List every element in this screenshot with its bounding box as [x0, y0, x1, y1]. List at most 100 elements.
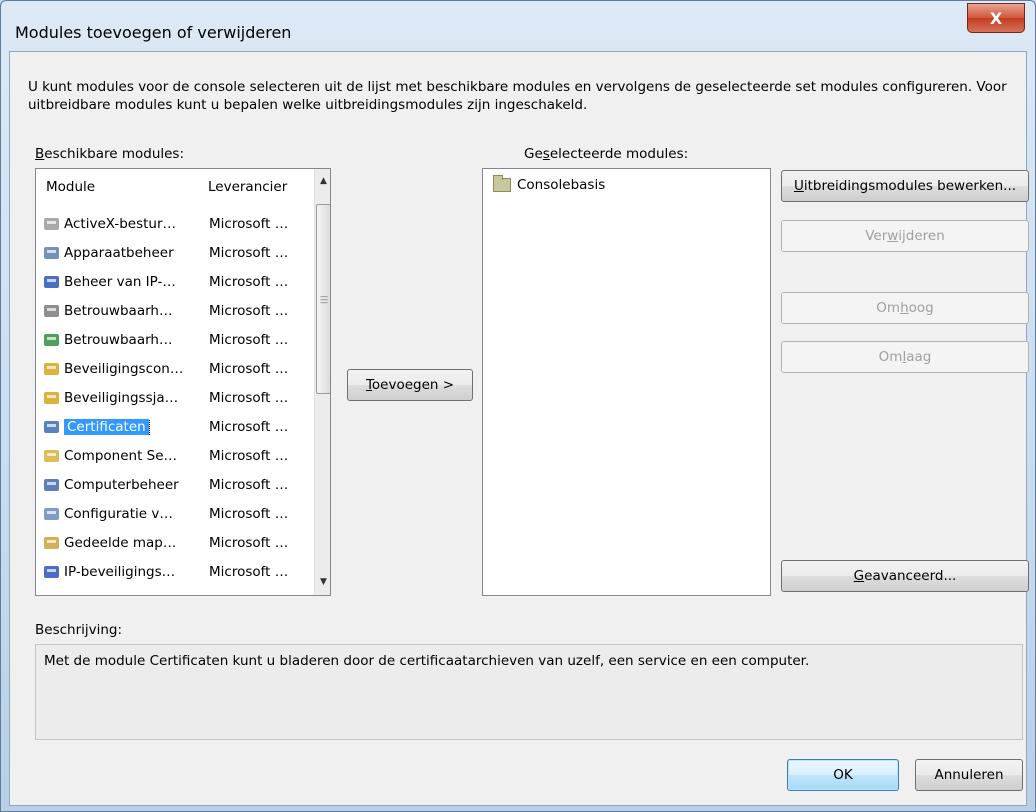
list-item[interactable]: ActiveX-bestur… Microsoft … [42, 211, 312, 237]
advanced-button[interactable]: Geavanceerd... [781, 560, 1029, 592]
available-modules-label: Beschikbare modules: [35, 146, 185, 162]
list-item[interactable]: Gedeelde map… Microsoft … [42, 530, 312, 556]
certificates-icon [42, 417, 62, 437]
module-vendor: Microsoft … [209, 216, 289, 232]
cancel-label: Annuleren [934, 767, 1004, 783]
module-name-text: Gedeelde map… [64, 535, 177, 551]
remove-button[interactable]: Verwijderen [781, 220, 1029, 252]
module-name: Configuratie v… [64, 506, 208, 522]
module-name: Beveiligingssja… [64, 390, 208, 406]
list-item[interactable]: Koppeling… Microsoft … [42, 588, 312, 595]
vertical-scrollbar[interactable]: ▲ — — — ▼ [314, 169, 330, 595]
module-name: Betrouwbaarh… [64, 332, 208, 348]
available-modules-list[interactable]: Module Leverancier ActiveX-bestur… Micros… [35, 168, 331, 596]
list-item[interactable]: Beveiligingssja… Microsoft … [42, 385, 312, 411]
ip-management-icon [42, 272, 62, 292]
module-name-text: Beveiligingssja… [64, 390, 179, 406]
performance-monitor-icon [42, 330, 62, 350]
selected-modules-label: Geselecteerde modules: [524, 146, 689, 162]
folder-icon [493, 175, 511, 192]
intro-text: U kunt modules voor de console selectere… [28, 79, 1007, 113]
module-name-text: Apparaatbeheer [64, 245, 174, 261]
list-item[interactable]: Betrouwbaarh… Microsoft … [42, 327, 312, 353]
module-vendor: Microsoft … [209, 535, 289, 551]
security-config-icon [42, 359, 62, 379]
description-label: Beschrijving: [35, 622, 123, 638]
module-name-text: IP-beveiligings… [64, 564, 176, 580]
module-vendor: Microsoft … [209, 506, 289, 522]
module-name-text: Beheer van IP-… [64, 274, 176, 290]
scroll-up-arrow-icon[interactable]: ▲ [315, 173, 330, 190]
edit-extensions-button[interactable]: Uitbreidingsmodules bewerken... [781, 170, 1029, 202]
list-item[interactable]: Component Se… Microsoft … [42, 443, 312, 469]
module-vendor: Microsoft … [209, 448, 289, 464]
list-item[interactable]: Betrouwbaarh… Microsoft … [42, 298, 312, 324]
selected-item[interactable]: Consolebasis [493, 175, 606, 193]
add-button[interactable]: Toevoegen > [347, 369, 473, 401]
module-name: Beveiligingscon… [64, 361, 208, 377]
module-vendor: Microsoft … [209, 303, 289, 319]
description-text: Met de module Certificaten kunt u blader… [44, 653, 810, 669]
close-button[interactable]: X [967, 3, 1025, 33]
module-name-text: Computerbeheer [64, 477, 179, 493]
module-name: ActiveX-bestur… [64, 216, 208, 232]
move-up-button[interactable]: Omhoog [781, 292, 1029, 324]
device-manager-icon [42, 243, 62, 263]
cancel-button[interactable]: Annuleren [915, 759, 1023, 791]
list-item[interactable]: Configuratie v… Microsoft … [42, 501, 312, 527]
move-down-button[interactable]: Omlaag [781, 341, 1029, 373]
add-button-label: Toevoegen > [365, 377, 455, 393]
module-name: Computerbeheer [64, 477, 208, 493]
list-item[interactable]: Beheer van IP-… Microsoft … [42, 269, 312, 295]
reliability-gauge-icon [42, 301, 62, 321]
dialog-client: U kunt modules voor de console selectere… [9, 51, 1029, 806]
scroll-grip-icon: — — — [320, 292, 328, 307]
module-vendor: Microsoft … [209, 361, 289, 377]
module-name: Apparaatbeheer [64, 245, 208, 261]
list-item[interactable]: Computerbeheer Microsoft … [42, 472, 312, 498]
ok-button[interactable]: OK [787, 759, 899, 791]
module-vendor: Microsoft … [209, 332, 289, 348]
scrollbar-thumb[interactable]: — — — [316, 204, 330, 394]
list-item[interactable]: IP-beveiligings… Microsoft … [42, 559, 312, 585]
module-name-text: ActiveX-bestur… [64, 216, 177, 232]
list-item[interactable]: Apparaatbeheer Microsoft … [42, 240, 312, 266]
ok-label: OK [833, 767, 853, 783]
scroll-down-arrow-icon[interactable]: ▼ [315, 574, 330, 591]
column-header-vendor[interactable]: Leverancier [208, 179, 287, 195]
module-name-text: Configuratie v… [64, 506, 173, 522]
module-vendor: Microsoft … [209, 477, 289, 493]
module-vendor: Microsoft … [209, 564, 289, 580]
module-vendor: Microsoft … [209, 419, 289, 435]
configuration-icon [42, 504, 62, 524]
move-up-label: Omhoog [876, 300, 934, 316]
move-down-label: Omlaag [878, 349, 932, 365]
module-name: Certificaten [64, 419, 208, 435]
module-vendor: Microsoft … [209, 593, 288, 595]
module-name-text: Component Se… [64, 448, 178, 464]
module-name: Component Se… [64, 448, 208, 464]
module-name: Koppeling… [64, 593, 208, 595]
module-name-text: Betrouwbaarh… [64, 332, 173, 348]
list-item[interactable]: Beveiligingscon… Microsoft … [42, 356, 312, 382]
link-icon [42, 591, 62, 595]
list-header: Module Leverancier [36, 169, 313, 205]
window-title: Modules toevoegen of verwijderen [15, 23, 292, 42]
selected-modules-list[interactable]: Consolebasis [482, 168, 771, 596]
list-item[interactable]: Certificaten Microsoft … [42, 414, 312, 440]
module-vendor: Microsoft … [209, 274, 289, 290]
module-name: IP-beveiligings… [64, 564, 208, 580]
module-name-text: Koppeling… [64, 593, 144, 595]
module-vendor: Microsoft … [209, 245, 289, 261]
column-header-module[interactable]: Module [46, 179, 95, 195]
ip-security-icon [42, 562, 62, 582]
shared-folders-icon [42, 533, 62, 553]
remove-label: Verwijderen [865, 228, 945, 244]
advanced-label: Geavanceerd... [853, 568, 957, 584]
module-name-text: Beveiligingscon… [64, 361, 184, 377]
security-template-icon [42, 388, 62, 408]
selected-item-label: Consolebasis [517, 177, 606, 193]
close-icon: X [989, 8, 1003, 28]
dialog-window: Modules toevoegen of verwijderen X U kun… [0, 0, 1036, 812]
computer-management-icon [42, 475, 62, 495]
